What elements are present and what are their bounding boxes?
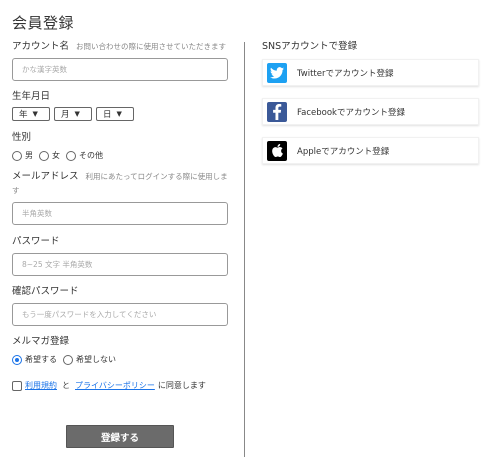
twitter-register-label: Twitterでアカウント登録	[297, 68, 394, 79]
account-name-label: アカウント名 お問い合わせの際に使用させていただきます	[12, 40, 230, 54]
birth-month-select[interactable]: 月 ▼	[54, 107, 92, 121]
gender-option-female[interactable]: 女	[39, 150, 60, 161]
page-title: 会員登録	[12, 14, 75, 32]
newsletter-label: メルマガ登録	[12, 336, 70, 347]
twitter-register-button[interactable]: Twitterでアカウント登録	[262, 59, 479, 86]
apple-icon	[267, 140, 287, 161]
password-input[interactable]	[12, 253, 228, 276]
birth-month-value: 月	[61, 110, 70, 120]
sns-register-section: SNSアカウントで登録 Twitterでアカウント登録 Facebookでアカウ…	[262, 40, 479, 164]
gender-radio-group: 男 女 その他	[12, 150, 230, 161]
register-button[interactable]: 登録する	[66, 425, 174, 448]
gender-option-label: 女	[52, 151, 60, 160]
newsletter-option-label: 希望する	[25, 355, 57, 364]
chevron-down-icon: ▼	[32, 110, 38, 118]
radio-button[interactable]	[63, 354, 73, 365]
radio-button[interactable]	[66, 150, 76, 161]
gender-label: 性別	[12, 132, 32, 143]
terms-suffix-text: に同意します	[157, 381, 206, 390]
password-label: パスワード	[12, 236, 60, 247]
birthday-selects: 年 ▼ 月 ▼ 日 ▼	[12, 107, 230, 121]
account-name-hint: お問い合わせの際に使用させていただきます	[76, 42, 227, 51]
account-name-input[interactable]	[12, 58, 228, 81]
chevron-down-icon: ▼	[74, 110, 80, 118]
gender-option-label: 男	[25, 151, 33, 160]
twitter-icon	[267, 62, 287, 83]
radio-button[interactable]	[12, 150, 22, 161]
gender-option-label: その他	[79, 151, 103, 160]
chevron-down-icon: ▼	[116, 110, 122, 118]
birth-year-select[interactable]: 年 ▼	[12, 107, 50, 121]
terms-agreement: 利用規約 と プライバシーポリシー に同意します	[12, 380, 230, 391]
birth-year-value: 年	[19, 110, 28, 120]
radio-button-checked[interactable]	[12, 354, 22, 365]
facebook-register-button[interactable]: Facebookでアカウント登録	[262, 98, 479, 125]
gender-option-male[interactable]: 男	[12, 150, 33, 161]
privacy-policy-link[interactable]: プライバシーポリシー	[75, 380, 155, 391]
birth-day-select[interactable]: 日 ▼	[96, 107, 134, 121]
terms-and-text: と	[62, 381, 70, 390]
apple-register-label: Appleでアカウント登録	[297, 146, 390, 157]
confirm-password-label: 確認パスワード	[12, 286, 79, 297]
newsletter-option-no[interactable]: 希望しない	[63, 354, 116, 365]
registration-form: アカウント名 お問い合わせの際に使用させていただきます 生年月日 年▼ 月▼ 日…	[12, 40, 230, 391]
gender-option-other[interactable]: その他	[66, 150, 103, 161]
terms-checkbox[interactable]	[12, 380, 22, 391]
account-name-label-text: アカウント名	[12, 41, 70, 52]
email-input[interactable]	[12, 202, 228, 225]
confirm-password-input[interactable]	[12, 303, 228, 326]
newsletter-option-label: 希望しない	[76, 355, 116, 364]
facebook-register-label: Facebookでアカウント登録	[297, 107, 405, 118]
email-label-text: メールアドレス	[12, 171, 79, 182]
birth-day-value: 日	[103, 110, 112, 120]
sns-section-title: SNSアカウントで登録	[262, 41, 358, 52]
apple-register-button[interactable]: Appleでアカウント登録	[262, 137, 479, 164]
newsletter-radio-group: 希望する 希望しない	[12, 354, 230, 365]
terms-link[interactable]: 利用規約	[25, 380, 57, 391]
column-divider	[244, 42, 245, 457]
birthday-label: 生年月日	[12, 91, 51, 102]
newsletter-option-yes[interactable]: 希望する	[12, 354, 57, 365]
facebook-icon	[267, 101, 287, 122]
email-label: メールアドレス 利用にあたってログインする際に使用します	[12, 170, 230, 198]
radio-button[interactable]	[39, 150, 49, 161]
